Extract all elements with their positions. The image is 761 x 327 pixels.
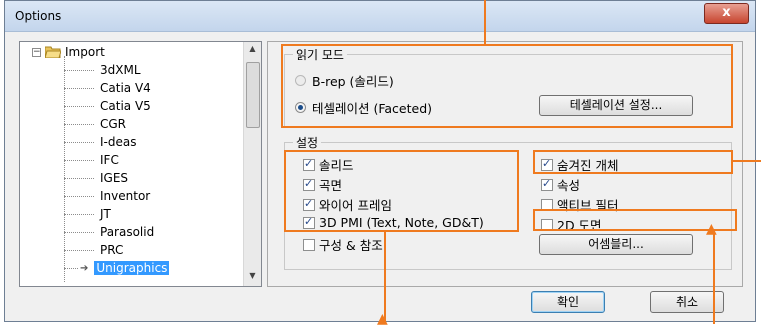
folder-open-icon [45,46,61,58]
scroll-thumb[interactable] [246,62,260,128]
check-label: 3D PMI (Text, Note, GD&T) [319,215,484,230]
tree-item-catia-v5[interactable]: Catia V5 [64,98,151,114]
tree-item-label: IFC [100,153,119,167]
scroll-down-icon[interactable]: ▼ [246,271,259,284]
annotation-line-bottom-right [713,231,715,324]
check-label: 액티브 필터 [557,198,619,213]
faceted-option[interactable]: 테셀레이션 (Faceted) [295,98,432,117]
radio-faceted[interactable] [295,102,306,113]
tree-item-jt[interactable]: JT [64,206,111,222]
tree-item-label: IGES [100,171,129,185]
settings-title: 설정 [293,134,322,151]
arrow-up-icon: ▲ [706,221,717,237]
check-2d-drawing[interactable]: 2D 도면 [541,215,602,234]
tessellation-settings-button[interactable]: 테셀레이션 설정... [539,95,693,116]
check-label: 솔리드 [319,158,354,173]
window-title: Options [15,9,62,23]
tree-item-label: Unigraphics [94,261,170,275]
options-panel: 읽기 모드 B-rep (솔리드) 테셀레이션 (Faceted) 테셀레이션 … [267,41,743,287]
tree-item-cgr[interactable]: CGR [64,116,126,132]
assembly-button[interactable]: 어셈블리... [539,234,693,255]
checkbox[interactable] [303,197,315,211]
tree-item-ifc[interactable]: IFC [64,152,119,168]
settings-group: 설정 솔리드 곡면 와이어 프레임 3D PMI (Text, Note, GD… [284,134,732,270]
radio-brep[interactable] [295,75,306,86]
check-label: 구성 & 참조 [319,238,383,253]
tree-item-label: JT [100,207,111,221]
close-button[interactable]: x [704,3,749,24]
arrow-right-icon: ➔ [80,262,89,274]
tree-root-label: Import [65,45,105,59]
checkbox[interactable] [303,177,315,191]
check-label: 곡면 [319,178,343,193]
faceted-label: 테셀레이션 (Faceted) [312,101,433,116]
brep-option[interactable]: B-rep (솔리드) [295,71,394,90]
checkbox[interactable] [541,157,553,171]
check-label: 2D 도면 [557,218,602,233]
collapse-icon[interactable]: − [32,47,41,57]
annotation-line-top [484,0,486,44]
check-3d-pmi[interactable]: 3D PMI (Text, Note, GD&T) [303,215,484,230]
tree-item-label: Inventor [100,189,151,203]
tree-node-import[interactable]: − Import [32,44,105,60]
tree-item-label: I-deas [100,135,137,149]
tree-item-unigraphics[interactable]: ➔ Unigraphics [64,260,170,276]
checkbox[interactable] [303,157,315,171]
title-bar: Options x [5,1,755,32]
tree-item-inventor[interactable]: Inventor [64,188,150,204]
check-label: 숨겨진 개체 [557,158,619,173]
brep-label: B-rep (솔리드) [312,74,394,89]
tree-item-label: PRC [100,243,124,257]
tree-item-label: CGR [100,117,127,131]
tree-item-parasolid[interactable]: Parasolid [64,224,154,240]
tree-item-prc[interactable]: PRC [64,242,123,258]
checkbox[interactable] [303,238,315,251]
tree-item-catia-v4[interactable]: Catia V4 [64,80,151,96]
arrow-up-icon: ▲ [377,311,388,327]
read-mode-group: 읽기 모드 B-rep (솔리드) 테셀레이션 (Faceted) 테셀레이션 … [284,46,732,128]
check-active-filter[interactable]: 액티브 필터 [541,195,618,214]
check-construction[interactable]: 구성 & 참조 [303,235,383,254]
tree-item-label: Catia V4 [100,81,151,95]
tree-item-label: 3dXML [100,63,141,77]
tree-item-iges[interactable]: IGES [64,170,128,186]
check-label: 속성 [557,178,581,193]
options-dialog: Options x − Import 3dXML Catia V4 Catia … [4,0,756,322]
check-wireframe[interactable]: 와이어 프레임 [303,195,392,214]
check-attributes[interactable]: 속성 [541,175,580,194]
ok-button[interactable]: 확인 [531,291,605,313]
check-solid[interactable]: 솔리드 [303,155,354,174]
tree-item-3dxml[interactable]: 3dXML [64,62,141,78]
format-tree[interactable]: − Import 3dXML Catia V4 Catia V5 CGR I-d… [19,41,262,287]
annotation-line-right [733,160,761,162]
read-mode-title: 읽기 모드 [293,46,347,63]
checkbox[interactable] [541,218,553,231]
tree-item-label: Catia V5 [100,99,151,113]
checkbox[interactable] [541,177,553,191]
tree-item-ideas[interactable]: I-deas [64,134,136,150]
check-label: 와이어 프레임 [319,198,392,213]
checkbox[interactable] [541,198,553,211]
checkbox[interactable] [303,215,315,229]
check-hidden-objects[interactable]: 숨겨진 개체 [541,155,618,174]
tree-item-label: Parasolid [100,225,155,239]
scroll-up-icon[interactable]: ▲ [246,44,259,57]
tree-scrollbar[interactable]: ▲ ▼ [243,42,261,286]
check-surface[interactable]: 곡면 [303,175,342,194]
